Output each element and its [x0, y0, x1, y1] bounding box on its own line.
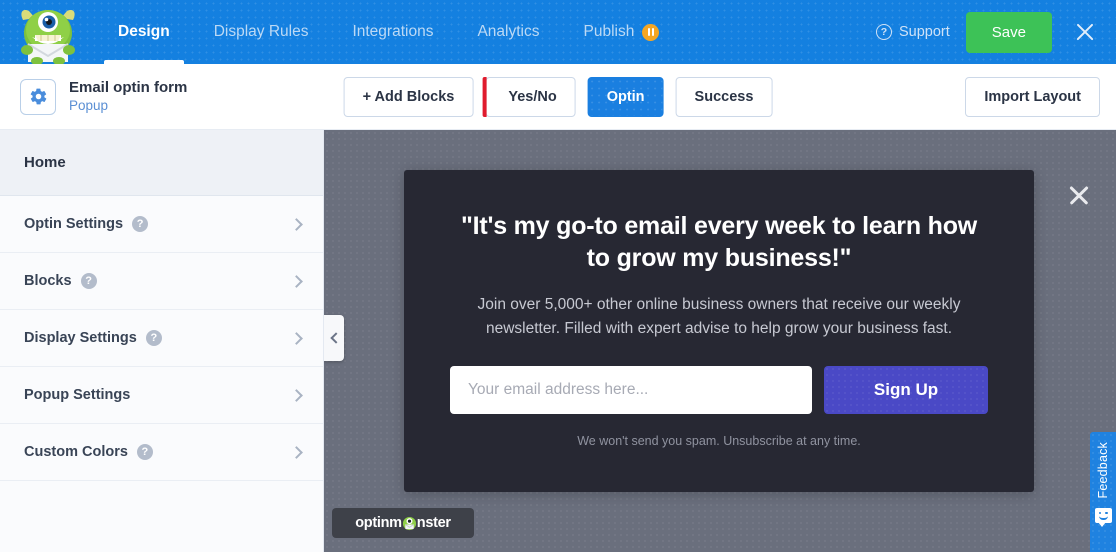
popup-subheadline[interactable]: Join over 5,000+ other online business o… [450, 293, 988, 340]
close-builder-icon[interactable] [1072, 19, 1098, 45]
nav-tab-analytics[interactable]: Analytics [455, 0, 561, 64]
top-header: Design Display Rules Integrations Analyt… [0, 0, 1116, 64]
add-blocks-button[interactable]: + Add Blocks [343, 76, 474, 117]
campaign-toolbar: Email optin form Popup + Add Blocks Yes/… [0, 64, 1116, 130]
nav-tab-label: Display Rules [213, 23, 309, 40]
sidebar-item-display-settings[interactable]: Display Settings ? [0, 310, 323, 367]
nav-tab-integrations[interactable]: Integrations [330, 0, 455, 64]
sidebar-item-label: Display Settings [24, 330, 137, 346]
view-tab-yes-no[interactable]: Yes/No [482, 76, 576, 117]
view-switcher: + Add Blocks Yes/No Optin Success [343, 76, 773, 117]
smiley-speech-bubble-icon [1094, 507, 1112, 527]
chevron-right-icon [290, 274, 303, 288]
feedback-label: Feedback [1096, 442, 1110, 499]
popup-headline[interactable]: "It's my go-to email every week to learn… [450, 210, 988, 274]
support-button[interactable]: ? Support [876, 24, 950, 40]
campaign-settings-button[interactable] [20, 78, 56, 115]
chevron-left-icon [329, 332, 342, 344]
nav-tab-display-rules[interactable]: Display Rules [192, 0, 331, 64]
builder-body: Home Optin Settings ? Blocks ? Display S… [0, 130, 1116, 552]
sidebar-item-popup-settings[interactable]: Popup Settings [0, 367, 323, 424]
nav-tab-label: Integrations [352, 23, 434, 40]
preview-canvas: "It's my go-to email every week to learn… [324, 130, 1116, 552]
nav-tab-design[interactable]: Design [96, 0, 192, 64]
nav-tab-label: Publish [583, 23, 635, 40]
settings-sidebar: Home Optin Settings ? Blocks ? Display S… [0, 130, 324, 552]
nav-tab-label: Design [118, 23, 170, 40]
sidebar-item-home[interactable]: Home [0, 130, 323, 196]
campaign-builder-app: Design Display Rules Integrations Analyt… [0, 0, 1116, 552]
nav-tab-publish[interactable]: Publish [561, 0, 681, 64]
help-icon[interactable]: ? [136, 444, 153, 460]
chevron-right-icon [290, 445, 303, 459]
signup-button[interactable]: Sign Up [824, 366, 988, 415]
question-mark-icon: ? [876, 24, 892, 40]
sidebar-item-label: Optin Settings [24, 216, 124, 232]
support-label: Support [899, 24, 950, 40]
email-input[interactable] [450, 366, 812, 415]
badge-text-before: optinm [355, 515, 402, 531]
app-logo[interactable] [0, 0, 96, 64]
feedback-tab[interactable]: Feedback [1090, 432, 1116, 552]
sidebar-item-custom-colors[interactable]: Custom Colors ? [0, 424, 323, 481]
chevron-right-icon [290, 331, 303, 345]
view-tab-optin[interactable]: Optin [587, 76, 664, 117]
sidebar-item-optin-settings[interactable]: Optin Settings ? [0, 196, 323, 253]
chevron-right-icon [290, 217, 303, 231]
main-nav: Design Display Rules Integrations Analyt… [96, 0, 681, 64]
sidebar-item-label: Custom Colors [24, 444, 128, 460]
sidebar-item-label: Popup Settings [24, 387, 131, 403]
view-tab-success[interactable]: Success [675, 76, 773, 117]
popup-fine-print: We won't send you spam. Unsubscribe at a… [577, 434, 861, 449]
header-actions: ? Support Save [876, 11, 1116, 53]
pause-badge-icon [642, 23, 660, 41]
import-layout-button[interactable]: Import Layout [965, 76, 1100, 117]
campaign-meta: Email optin form Popup [69, 79, 187, 114]
save-button[interactable]: Save [965, 11, 1052, 53]
badge-text-after: nster [416, 515, 451, 531]
collapse-sidebar-button[interactable] [324, 315, 344, 361]
help-icon[interactable]: ? [132, 216, 149, 232]
help-icon[interactable]: ? [80, 273, 97, 289]
popup-preview[interactable]: "It's my go-to email every week to learn… [404, 170, 1034, 492]
help-icon[interactable]: ? [145, 330, 162, 346]
sidebar-item-label: Home [24, 154, 66, 171]
nav-tab-label: Analytics [477, 23, 540, 40]
toolbar-right: Import Layout [965, 76, 1100, 117]
monster-icon [402, 516, 416, 530]
campaign-title: Email optin form [69, 79, 188, 97]
campaign-type: Popup [69, 98, 109, 114]
sidebar-item-label: Blocks [24, 273, 72, 289]
optin-form: Sign Up [450, 366, 988, 415]
sidebar-item-blocks[interactable]: Blocks ? [0, 253, 323, 310]
optinmonster-badge[interactable]: optinm nster [332, 508, 474, 538]
optinmonster-mascot-icon [21, 10, 75, 64]
chevron-right-icon [290, 388, 303, 402]
gear-icon [30, 88, 46, 105]
popup-close-icon[interactable] [1066, 182, 1092, 208]
